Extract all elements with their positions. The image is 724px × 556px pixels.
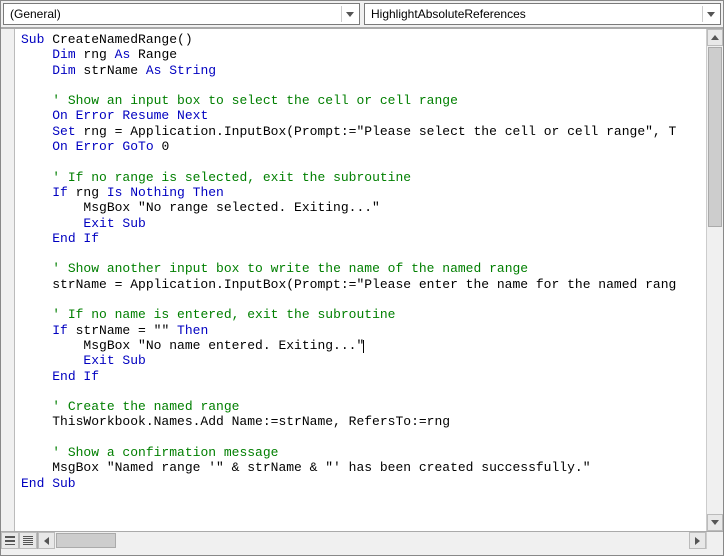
code-margin bbox=[1, 29, 15, 531]
procedure-view-button[interactable] bbox=[1, 532, 19, 549]
code-container: Sub CreateNamedRange() Dim rng As Range … bbox=[1, 28, 723, 531]
full-module-view-button[interactable] bbox=[19, 532, 37, 549]
scroll-right-button[interactable] bbox=[689, 532, 706, 549]
scroll-left-button[interactable] bbox=[38, 532, 55, 549]
vscroll-thumb[interactable] bbox=[708, 47, 722, 227]
hscroll-thumb[interactable] bbox=[56, 533, 116, 548]
code-content[interactable]: Sub CreateNamedRange() Dim rng As Range … bbox=[15, 29, 706, 509]
chevron-down-icon bbox=[702, 6, 716, 22]
view-buttons bbox=[1, 532, 38, 549]
procedure-dropdown-value: HighlightAbsoluteReferences bbox=[371, 7, 526, 21]
toolbar: (General) HighlightAbsoluteReferences bbox=[1, 1, 723, 28]
scroll-up-button[interactable] bbox=[707, 29, 723, 46]
hscroll-track[interactable] bbox=[55, 532, 689, 549]
procedure-dropdown[interactable]: HighlightAbsoluteReferences bbox=[364, 3, 721, 25]
bottom-bar bbox=[1, 531, 723, 549]
scroll-down-button[interactable] bbox=[707, 514, 723, 531]
object-dropdown-value: (General) bbox=[10, 7, 61, 21]
chevron-down-icon bbox=[341, 6, 355, 22]
horizontal-scrollbar[interactable] bbox=[38, 532, 706, 549]
scroll-corner bbox=[706, 532, 723, 549]
vscroll-track[interactable] bbox=[707, 46, 723, 514]
vertical-scrollbar[interactable] bbox=[706, 29, 723, 531]
object-dropdown[interactable]: (General) bbox=[3, 3, 360, 25]
code-pane[interactable]: Sub CreateNamedRange() Dim rng As Range … bbox=[15, 29, 706, 531]
